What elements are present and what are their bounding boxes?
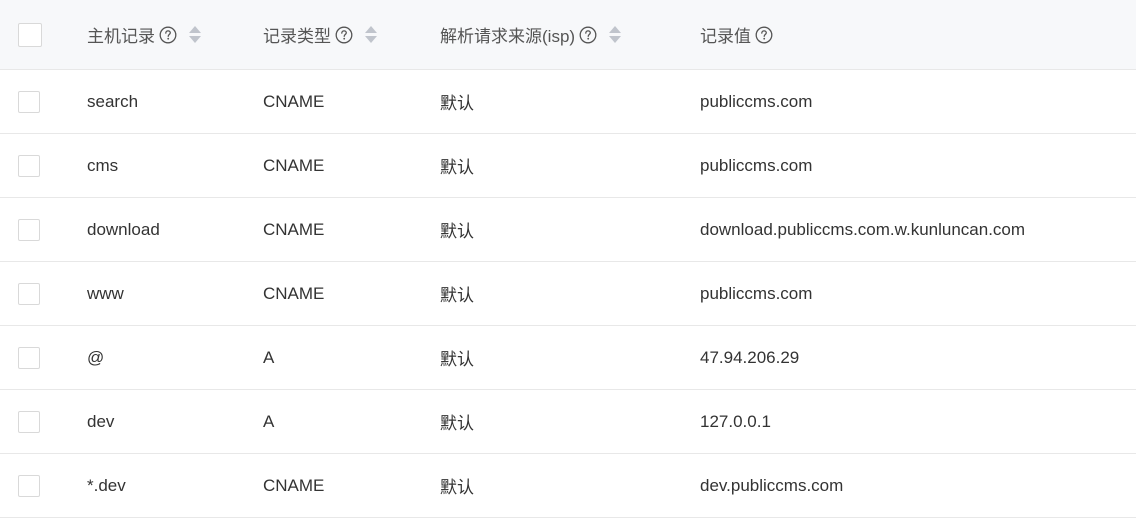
host-cell: www [87, 283, 124, 303]
column-header-host[interactable]: 主机记录 [87, 0, 201, 69]
value-cell: download.publiccms.com.w.kunluncan.com [700, 219, 1026, 239]
row-checkbox[interactable] [18, 346, 40, 369]
row-checkbox[interactable] [18, 282, 40, 305]
host-cell: cms [87, 155, 119, 175]
header-select-cell [18, 0, 42, 69]
row-checkbox[interactable] [18, 474, 40, 497]
isp-cell: 默认 [440, 222, 474, 241]
row-select-cell [18, 70, 40, 133]
row-select-cell [18, 262, 40, 325]
table-row: @ A 默认 47.94.206.29 [0, 326, 1136, 390]
table-row: download CNAME 默认 download.publiccms.com… [0, 198, 1136, 262]
row-checkbox[interactable] [18, 410, 40, 433]
value-cell: publiccms.com [700, 155, 813, 175]
isp-cell: 默认 [440, 350, 474, 369]
isp-cell: 默认 [440, 478, 474, 497]
value-cell: 127.0.0.1 [700, 411, 771, 431]
column-header-value: 记录值 [700, 0, 773, 69]
type-cell: CNAME [263, 283, 325, 303]
select-all-checkbox[interactable] [18, 22, 42, 47]
type-cell: CNAME [263, 91, 325, 111]
table-row: search CNAME 默认 publiccms.com [0, 70, 1136, 134]
type-cell: CNAME [263, 219, 325, 239]
table-row: www CNAME 默认 publiccms.com [0, 262, 1136, 326]
sort-ascending-icon[interactable] [189, 26, 201, 33]
isp-cell: 默认 [440, 158, 474, 177]
column-header-host-label: 主机记录 [87, 27, 155, 46]
column-header-type-label: 记录类型 [263, 27, 331, 46]
table-row: cms CNAME 默认 publiccms.com [0, 134, 1136, 198]
host-cell: @ [87, 347, 105, 367]
row-select-cell [18, 198, 40, 261]
row-checkbox[interactable] [18, 218, 40, 241]
host-cell: search [87, 91, 139, 111]
host-cell: *.dev [87, 475, 126, 495]
sort-icon[interactable] [609, 24, 622, 46]
sort-icon[interactable] [189, 24, 201, 46]
sort-descending-icon[interactable] [365, 36, 377, 43]
type-cell: CNAME [263, 475, 325, 495]
question-circle-icon[interactable] [579, 26, 597, 44]
row-select-cell [18, 454, 40, 517]
column-header-isp[interactable]: 解析请求来源(isp) [440, 0, 622, 69]
column-header-isp-label: 解析请求来源(isp) [440, 27, 576, 46]
table-row: *.dev CNAME 默认 dev.publiccms.com [0, 454, 1136, 518]
isp-cell: 默认 [440, 286, 474, 305]
table-header: 主机记录 记录类型 解析请求来源(isp) 记录值 [0, 0, 1136, 70]
sort-ascending-icon[interactable] [365, 26, 377, 33]
question-circle-icon[interactable] [159, 26, 177, 44]
column-header-type[interactable]: 记录类型 [263, 0, 377, 69]
question-circle-icon[interactable] [335, 26, 353, 44]
type-cell: CNAME [263, 155, 325, 175]
dns-records-table: 主机记录 记录类型 解析请求来源(isp) 记录值 search CNAME 默… [0, 0, 1136, 518]
row-select-cell [18, 326, 40, 389]
sort-descending-icon[interactable] [189, 36, 201, 43]
row-select-cell [18, 134, 40, 197]
type-cell: A [263, 347, 275, 367]
value-cell: publiccms.com [700, 91, 813, 111]
value-cell: dev.publiccms.com [700, 475, 844, 495]
question-circle-icon[interactable] [755, 26, 773, 44]
column-header-value-label: 记录值 [700, 27, 751, 46]
type-cell: A [263, 411, 275, 431]
value-cell: publiccms.com [700, 283, 813, 303]
isp-cell: 默认 [440, 94, 474, 113]
isp-cell: 默认 [440, 414, 474, 433]
host-cell: download [87, 219, 160, 239]
row-checkbox[interactable] [18, 154, 40, 177]
sort-descending-icon[interactable] [609, 36, 622, 43]
table-row: dev A 默认 127.0.0.1 [0, 390, 1136, 454]
sort-ascending-icon[interactable] [609, 26, 622, 33]
row-checkbox[interactable] [18, 90, 40, 113]
row-select-cell [18, 390, 40, 453]
host-cell: dev [87, 411, 115, 431]
value-cell: 47.94.206.29 [700, 347, 800, 367]
sort-icon[interactable] [365, 24, 377, 46]
